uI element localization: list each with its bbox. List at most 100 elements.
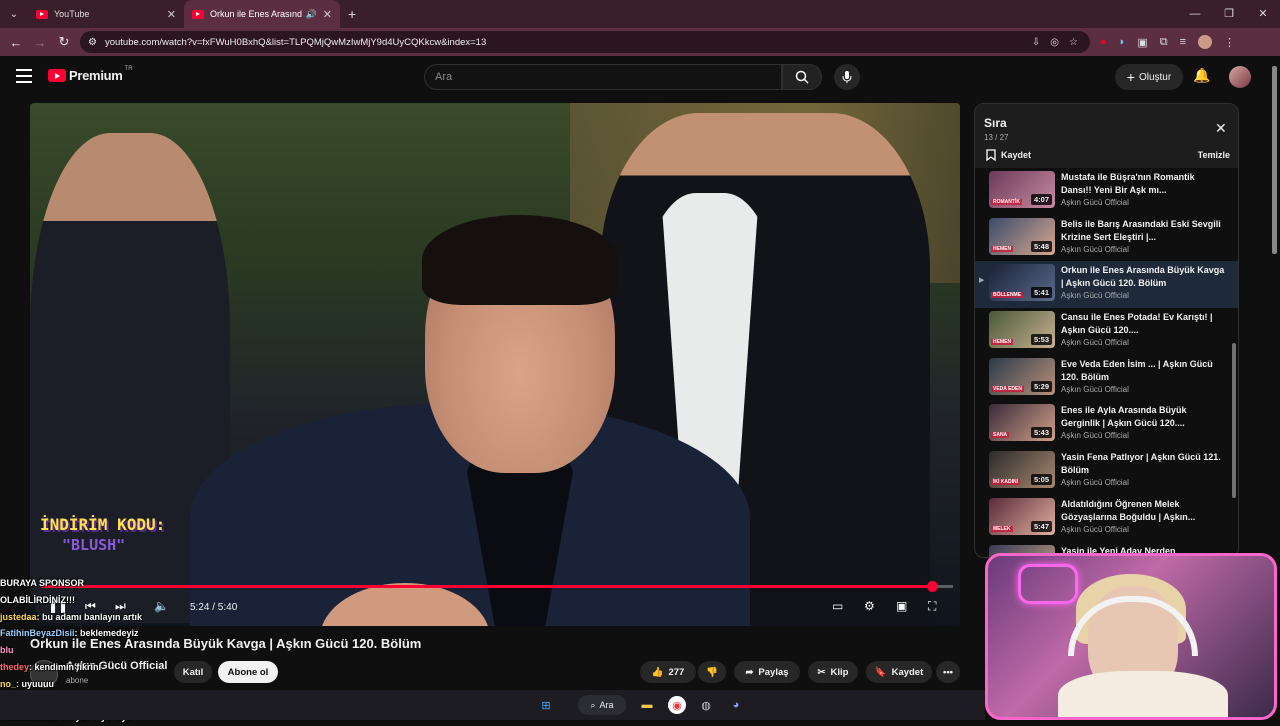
video-player[interactable]: İNDİRİM KODU: "BLUSH" [30,103,960,626]
dislike-button[interactable]: 👎 [698,661,726,683]
close-window-icon[interactable]: ✕ [1246,0,1280,28]
playlist-item[interactable]: ▶ BÖLLENME 5:41 Orkun ile Enes Arasında Büy… [975,261,1238,309]
more-actions-button[interactable]: ••• [936,661,960,683]
search-icon [795,70,809,84]
tab-current-video[interactable]: Orkun ile Enes Arasında Büyük 🔊 ✕ [184,0,340,28]
video-thumbnail[interactable]: ROMANTİK 4:07 [989,171,1055,208]
close-playlist-icon[interactable]: ✕ [1215,120,1227,137]
video-thumbnail[interactable]: BÖLLENME 5:41 [989,264,1055,302]
playlist-item[interactable]: MELEK 5:47 Aldatıldığını Öğrenen Melek Göz… [975,495,1238,542]
bookmark-star-icon[interactable]: ☆ [1069,37,1078,48]
youtube-logo[interactable]: Premium TR [48,66,133,83]
voice-search-button[interactable] [834,64,860,90]
promo-code-overlay: İNDİRİM KODU: "BLUSH" [40,515,165,554]
video-thumbnail[interactable]: VEDA EDEN 5:29 [989,357,1055,395]
save-button[interactable]: 🔖 Kaydet [866,661,932,683]
playlist-item-channel: Aşkın Gücü Official [1061,384,1129,394]
menu-icon[interactable] [16,69,32,83]
playlist-item[interactable]: ROMANTİK 4:07 Mustafa ile Büşra'nın Romant… [975,168,1238,215]
clip-button[interactable]: ✂ Klip [808,661,858,683]
fullscreen-icon[interactable]: ⛶ [928,599,936,614]
youtube-header: Premium TR Ara + Oluştur 🔔 [0,56,1280,98]
playlist-panel: Sıra 13 / 27 ✕ Kaydet Temizle ROMANTİK 4:… [974,103,1239,558]
thumbnail-caption: VEDA EDEN [991,385,1024,392]
taskbar-search-label: Ara [599,700,614,710]
miniplayer-icon[interactable]: ▣ [896,599,907,613]
install-icon[interactable]: ⇩ [1032,37,1040,48]
tab-youtube[interactable]: YouTube ✕ [28,0,184,28]
more-icon: ••• [943,666,953,678]
browser-menu-icon[interactable]: ⋮ [1224,36,1235,49]
settings-gear-icon[interactable]: ⚙ [864,599,875,613]
progress-scrubber[interactable] [926,581,938,592]
site-info-icon[interactable]: ⚙ [88,37,97,48]
eye-off-icon[interactable]: ◎ [1050,37,1059,48]
reload-icon[interactable]: ↻ [52,34,76,50]
page-scrollbar[interactable] [1272,66,1277,254]
browser-tab-bar: ⌄ YouTube ✕ Orkun ile Enes Arasında Büyü… [0,0,1280,28]
taskbar-search[interactable]: ⌕ Ara [578,695,626,715]
save-label: Kaydet [891,666,924,678]
file-explorer-icon[interactable]: ▬ [638,696,656,714]
browser-toolbar: ← → ↻ ⚙ youtube.com/watch?v=fxFWuH0BxhQ&… [0,28,1280,56]
playlist-clear-button[interactable]: Temizle [1198,150,1230,160]
share-label: Paylaş [758,666,789,678]
promo-line-2: "BLUSH" [62,536,126,554]
webcam-figure [1058,671,1228,717]
app-icon[interactable]: ◍ [697,696,715,714]
search-button[interactable] [782,64,822,90]
share-button[interactable]: ➦ Paylaş [734,661,800,683]
extensions-puzzle-icon[interactable]: ⧉ [1160,36,1168,49]
thumbnail-caption: HEMEN [991,245,1014,252]
video-duration: 5:05 [1030,474,1052,486]
playlist-item-channel: Aşkın Gücü Official [1061,198,1129,207]
new-tab-icon[interactable]: + [348,6,356,22]
restore-icon[interactable]: ❐ [1212,0,1246,28]
like-count: 277 [668,666,685,678]
windows-start-icon[interactable]: ⊞ [537,696,555,714]
reading-list-icon[interactable]: ≡ [1180,36,1186,48]
playlist-item[interactable]: HEMEN 5:53 Cansu ile Enes Potada! Ev Karış… [975,308,1238,355]
video-thumbnail[interactable]: MELEK 5:47 [989,497,1055,535]
url-text: youtube.com/watch?v=fxFWuH0BxhQ&list=TLP… [104,36,487,48]
close-tab-icon[interactable]: ✕ [167,8,176,21]
playlist-item[interactable]: İKİ KADINI 5:05 Yasin Fena Patlıyor | Aşkı… [975,448,1238,495]
discord-icon[interactable]: ◕ [727,696,745,714]
forward-icon[interactable]: → [28,35,52,50]
tab-title: YouTube [54,9,90,19]
chat-message: justedaa: bu adamı banlayın artık [0,609,420,626]
speaker-icon[interactable]: 🔊 [306,9,317,20]
like-button[interactable]: 👍 277 [640,661,696,683]
close-tab-icon[interactable]: ✕ [323,8,332,21]
chat-message: FatihinBeyazDisii: beklemedeyiz [0,625,420,642]
video-thumbnail[interactable]: HEMEN 5:53 [989,311,1055,349]
video-thumbnail[interactable]: HEMEN 5:48 [989,217,1055,255]
extension-red-icon[interactable]: ● [1100,36,1107,48]
playlist-save-button[interactable]: Kaydet [986,149,1031,161]
profile-avatar[interactable] [1198,35,1212,49]
extension-translate-icon[interactable]: ◗ [1119,36,1126,48]
subtitles-icon[interactable]: ▭ [832,599,843,613]
thumbnail-caption: MELEK [991,525,1013,532]
extension-shield-icon[interactable]: ▣ [1137,36,1147,49]
playlist-item[interactable]: SANA 5:43 Enes ile Ayla Arasında Büyük Ger… [975,401,1238,448]
search-input[interactable]: Ara [424,64,782,90]
youtube-favicon-icon [36,9,48,19]
address-bar[interactable]: ⚙ youtube.com/watch?v=fxFWuH0BxhQ&list=T… [80,31,1090,53]
playlist-scrollbar[interactable] [1232,343,1236,498]
video-thumbnail[interactable]: SANA 5:43 [989,404,1055,442]
playlist-item[interactable]: VEDA EDEN 5:29 Eve Veda Eden İsim ... | Aş… [975,355,1238,402]
thumbnail-caption: ROMANTİK [991,199,1022,205]
back-icon[interactable]: ← [4,35,28,50]
account-avatar[interactable] [1229,66,1251,88]
video-duration: 5:53 [1030,334,1052,346]
create-button[interactable]: + Oluştur [1115,64,1183,90]
chrome-icon[interactable]: ◉ [668,696,686,714]
minimize-icon[interactable]: — [1178,0,1212,28]
notifications-bell-icon[interactable]: 🔔 [1193,67,1210,84]
video-thumbnail[interactable]: İKİ KADINI 5:05 [989,451,1055,489]
promo-line-1: İNDİRİM KODU: [40,515,166,534]
tab-list-icon[interactable]: ⌄ [0,0,28,28]
playlist-item[interactable]: HEMEN 5:48 Belis ile Barış Arasındaki Eski… [975,215,1238,262]
playlist-item-title: Mustafa ile Büşra'nın Romantik Dansı!! Y… [1061,172,1195,195]
